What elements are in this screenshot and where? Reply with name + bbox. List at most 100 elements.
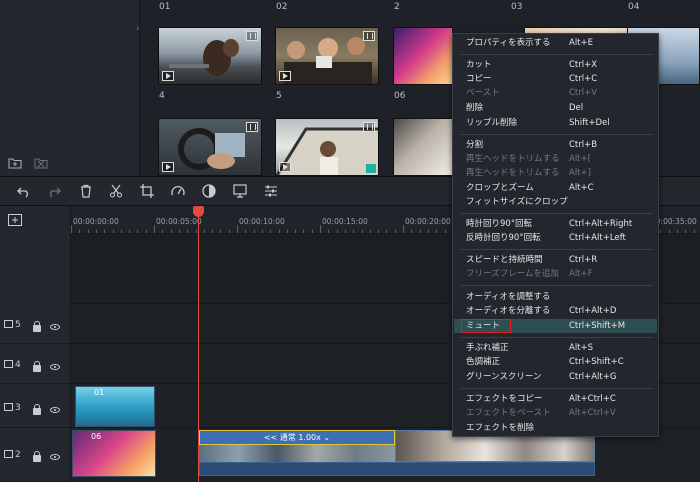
play-icon[interactable] bbox=[162, 71, 174, 81]
menu-item-adjust-audio[interactable]: オーディオを調整する bbox=[454, 290, 657, 304]
menu-item-crop-fit[interactable]: フィットサイズにクロップ bbox=[454, 195, 657, 209]
ruler-tick bbox=[203, 230, 205, 233]
play-icon[interactable] bbox=[162, 162, 174, 172]
new-folder-icon[interactable] bbox=[8, 157, 22, 169]
menu-item-crop-zoom[interactable]: クロップとズーム Alt+C bbox=[454, 181, 657, 195]
ruler-tick bbox=[676, 230, 678, 233]
collapse-panel-icon[interactable]: ‹ bbox=[136, 24, 140, 34]
menu-item-split[interactable]: 分割 Ctrl+B bbox=[454, 138, 657, 152]
menu-item-copy[interactable]: コピー Ctrl+C bbox=[454, 72, 657, 86]
audio-mixer-icon[interactable] bbox=[264, 184, 278, 198]
video-track-icon bbox=[4, 450, 13, 458]
eye-icon[interactable] bbox=[50, 364, 60, 370]
thumb-label: 06 bbox=[394, 91, 406, 101]
media-thumbnail[interactable] bbox=[158, 118, 262, 176]
redo-icon[interactable] bbox=[47, 184, 61, 198]
undo-icon[interactable] bbox=[17, 184, 31, 198]
delete-icon[interactable] bbox=[79, 184, 93, 198]
ruler-tick bbox=[220, 230, 222, 233]
ruler-tick bbox=[253, 230, 255, 233]
ruler-tick bbox=[378, 230, 380, 233]
menu-item-stabilization[interactable]: 手ぶれ補正 Alt+S bbox=[454, 341, 657, 355]
menu-item-paste[interactable]: ペースト Ctrl+V bbox=[454, 86, 657, 100]
menu-item-rotate-cw[interactable]: 時計回り90°回転 Ctrl+Alt+Right bbox=[454, 217, 657, 231]
video-track-icon bbox=[4, 320, 13, 328]
context-menu: プロパティを表示する Alt+E カット Ctrl+X コピー Ctrl+C ペースト… bbox=[452, 33, 659, 437]
menu-item-paste-effect[interactable]: エフェクトをペースト Alt+Ctrl+V bbox=[454, 406, 657, 420]
track-label: 2 bbox=[4, 450, 21, 460]
menu-item-ripple-delete[interactable]: リップル削除 Shift+Del bbox=[454, 116, 657, 130]
menu-item-rotate-ccw[interactable]: 反時計回り90°回転 Ctrl+Alt+Left bbox=[454, 231, 657, 245]
ruler-tick bbox=[270, 230, 272, 233]
ruler-tick bbox=[261, 230, 263, 233]
eye-icon[interactable] bbox=[50, 454, 60, 460]
lock-icon[interactable] bbox=[33, 451, 41, 462]
lock-icon[interactable] bbox=[33, 404, 41, 415]
ruler-tick bbox=[328, 230, 330, 233]
ruler-tick bbox=[436, 230, 438, 233]
menu-item-green-screen[interactable]: グリーンスクリーン Ctrl+Alt+G bbox=[454, 370, 657, 384]
ruler-tick bbox=[660, 230, 662, 233]
thumb-label: 04 bbox=[628, 2, 640, 12]
ruler-tick bbox=[162, 230, 164, 233]
crop-icon[interactable] bbox=[140, 184, 154, 198]
ruler-tick bbox=[403, 225, 404, 233]
track-header: 3 bbox=[0, 384, 71, 428]
media-thumbnail[interactable] bbox=[393, 27, 453, 85]
speed-indicator[interactable]: << 通常 1.00x ⌄ bbox=[199, 430, 395, 445]
playhead-handle[interactable] bbox=[193, 206, 204, 217]
ruler-tick bbox=[245, 230, 247, 233]
ruler-tick bbox=[444, 230, 446, 233]
ruler-tick bbox=[195, 230, 197, 233]
ruler-tick bbox=[129, 230, 131, 233]
menu-item-freeze-frame[interactable]: フリーズフレームを追加 Alt+F bbox=[454, 267, 657, 281]
audio-track-bar[interactable] bbox=[199, 462, 595, 476]
ruler-tick bbox=[419, 230, 421, 233]
media-thumbnail[interactable] bbox=[275, 118, 379, 176]
thumb-label: 2 bbox=[394, 2, 400, 12]
video-track-icon bbox=[4, 403, 13, 411]
speed-icon[interactable] bbox=[171, 184, 185, 198]
ruler-tick bbox=[104, 230, 106, 233]
menu-item-copy-effect[interactable]: エフェクトをコピー Alt+Ctrl+C bbox=[454, 392, 657, 406]
remove-folder-icon[interactable] bbox=[34, 157, 48, 169]
media-thumbnail[interactable] bbox=[393, 118, 453, 176]
color-icon[interactable] bbox=[202, 184, 216, 198]
ruler-tick bbox=[178, 230, 180, 233]
green-screen-icon[interactable] bbox=[233, 184, 247, 198]
menu-item-properties[interactable]: プロパティを表示する Alt+E bbox=[454, 36, 657, 50]
eye-icon[interactable] bbox=[50, 324, 60, 330]
play-icon[interactable] bbox=[279, 71, 291, 81]
menu-item-speed-duration[interactable]: スピードと持続時間 Ctrl+R bbox=[454, 253, 657, 267]
ruler-tick-label: 00:00:00:00 bbox=[73, 217, 119, 226]
menu-item-trim-start[interactable]: 再生ヘッドをトリムする Alt+[ bbox=[454, 152, 657, 166]
lock-icon[interactable] bbox=[33, 321, 41, 332]
ruler-tick bbox=[303, 230, 305, 233]
cut-icon[interactable] bbox=[109, 184, 123, 198]
ruler-tick bbox=[237, 225, 238, 233]
add-track-icon[interactable] bbox=[8, 214, 22, 226]
menu-item-cut[interactable]: カット Ctrl+X bbox=[454, 58, 657, 72]
media-thumbnail[interactable] bbox=[158, 27, 262, 85]
menu-item-mute[interactable]: ミュート Ctrl+Shift+M bbox=[454, 319, 657, 333]
ruler-tick bbox=[353, 230, 355, 233]
clip-filmstrip[interactable] bbox=[199, 445, 395, 462]
media-thumbnail[interactable] bbox=[275, 27, 379, 85]
ruler-tick bbox=[278, 230, 280, 233]
eye-icon[interactable] bbox=[50, 407, 60, 413]
video-clip[interactable]: 01 bbox=[75, 386, 155, 427]
menu-item-color-correction[interactable]: 色調補正 Ctrl+Shift+C bbox=[454, 355, 657, 369]
play-icon[interactable] bbox=[279, 162, 291, 172]
menu-item-delete-effect[interactable]: エフェクトを削除 bbox=[454, 421, 657, 435]
playhead-line[interactable] bbox=[198, 212, 199, 482]
video-clip[interactable]: 06 bbox=[72, 430, 156, 477]
ruler-tick bbox=[361, 230, 363, 233]
menu-separator bbox=[461, 388, 653, 389]
menu-item-detach-audio[interactable]: オーディオを分離する Ctrl+Alt+D bbox=[454, 304, 657, 318]
video-type-icon bbox=[363, 31, 375, 41]
lock-icon[interactable] bbox=[33, 361, 41, 372]
menu-item-trim-end[interactable]: 再生ヘッドをトリムする Alt+] bbox=[454, 166, 657, 180]
ruler-tick bbox=[286, 230, 288, 233]
menu-item-delete[interactable]: 削除 Del bbox=[454, 101, 657, 115]
ruler-tick bbox=[154, 225, 155, 233]
